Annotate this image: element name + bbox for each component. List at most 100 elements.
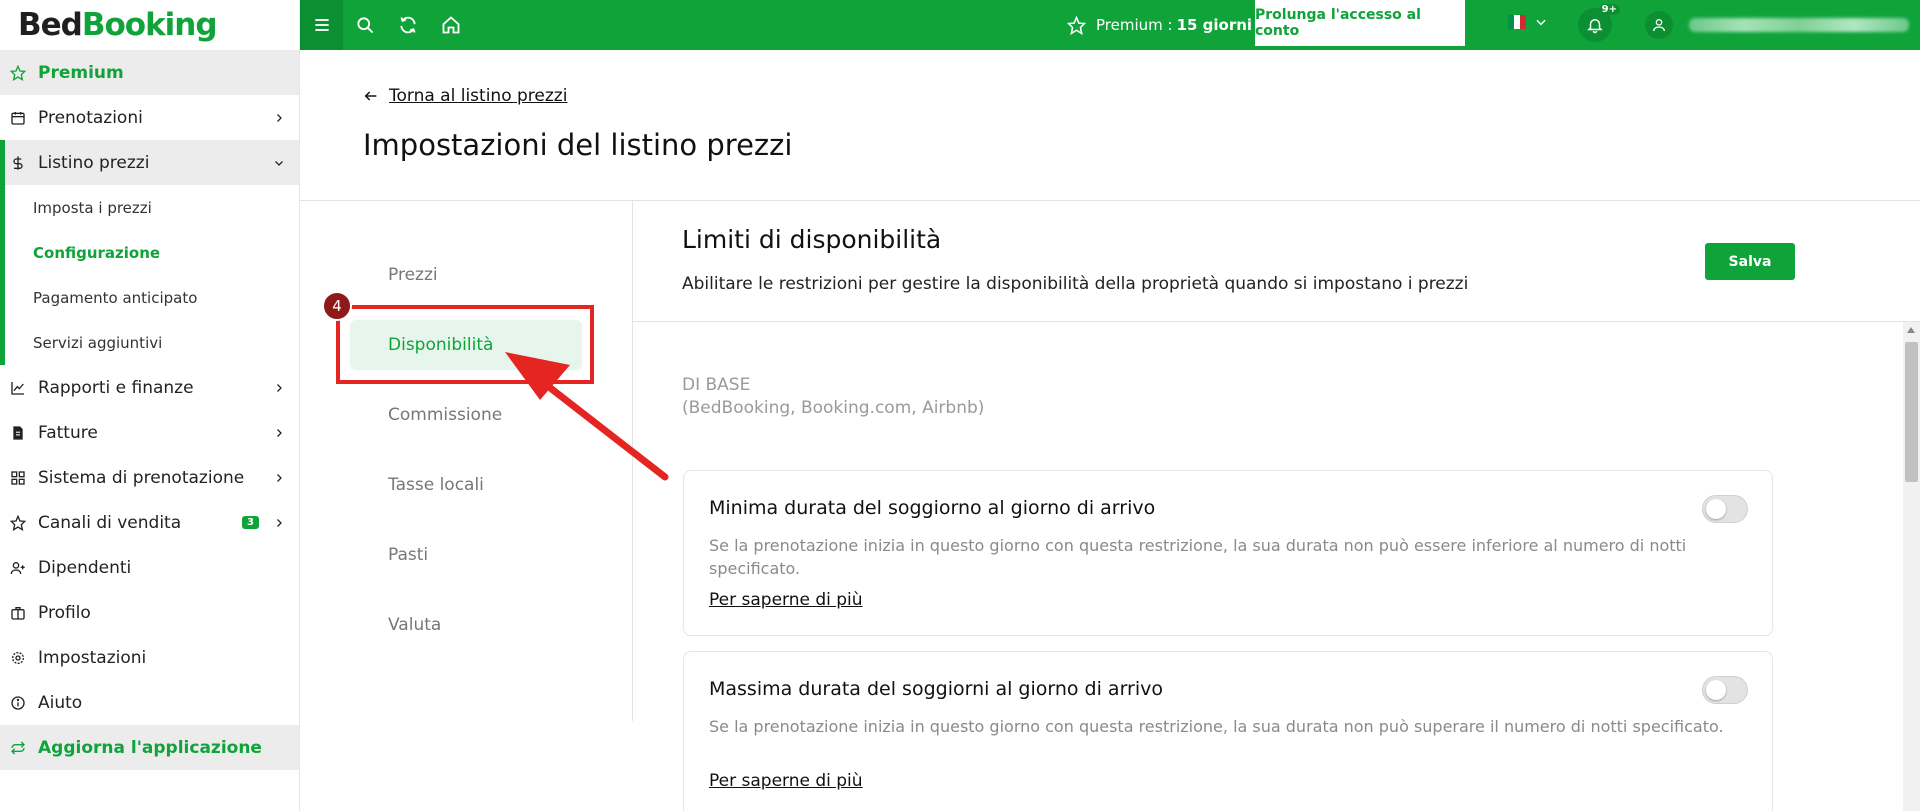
sidebar-item-label: Prenotazioni	[38, 107, 143, 128]
hamburger-icon	[314, 19, 329, 31]
scroll-up-arrow-icon[interactable]	[1907, 327, 1915, 333]
annotation-step-badge: 4	[322, 291, 352, 321]
count-badge: 3	[242, 516, 259, 529]
search-button[interactable]	[343, 0, 386, 50]
sidebar-item-label: Dipendenti	[38, 557, 132, 578]
annotation-highlight-box	[336, 305, 594, 384]
sidebar-item-aggiorna[interactable]: Aggiorna l'applicazione	[0, 725, 299, 770]
sidebar-item-label: Profilo	[38, 602, 91, 623]
chevron-right-icon	[273, 427, 285, 439]
sidebar: Bed Booking Premium Prenotazioni Listino …	[0, 0, 300, 811]
sidebar-item-profilo[interactable]: Profilo	[0, 590, 299, 635]
chevron-down-icon	[273, 157, 285, 169]
page-title: Impostazioni del listino prezzi	[363, 128, 793, 162]
sidebar-item-label: Canali di vendita	[38, 512, 182, 533]
italy-flag-icon	[1508, 15, 1526, 29]
sidebar-subitem-servizi-aggiuntivi[interactable]: Servizi aggiuntivi	[0, 320, 299, 365]
sidebar-item-label: Aggiorna l'applicazione	[38, 737, 262, 758]
base-label-line2: (BedBooking, Booking.com, Airbnb)	[682, 398, 985, 418]
premium-days: 15 giorni	[1176, 16, 1253, 34]
extend-access-button[interactable]: Prolunga l'accesso al conto	[1255, 0, 1465, 46]
dollar-icon	[10, 155, 26, 171]
chevron-down-icon	[1536, 19, 1546, 26]
info-icon	[10, 695, 26, 711]
user-menu[interactable]	[1645, 11, 1909, 39]
home-icon	[442, 16, 459, 34]
user-email-redacted	[1689, 18, 1909, 32]
section-prezzi[interactable]: Prezzi	[350, 250, 582, 300]
chevron-right-icon	[273, 517, 285, 529]
restriction-card-min-stay: Minima durata del soggiorno al giorno di…	[683, 470, 1773, 636]
sidebar-subitems: Imposta i prezzi Configurazione Pagament…	[0, 185, 299, 365]
section-commissione[interactable]: Commissione	[350, 390, 582, 440]
content-title: Limiti di disponibilità	[682, 225, 942, 254]
restriction-card-max-stay: Massima durata del soggiorni al giorno d…	[683, 651, 1773, 811]
section-tasse-locali[interactable]: Tasse locali	[350, 460, 582, 510]
star-icon	[10, 64, 26, 81]
sidebar-item-premium[interactable]: Premium	[0, 50, 299, 95]
sidebar-item-fatture[interactable]: Fatture	[0, 410, 299, 455]
sidebar-item-rapporti[interactable]: Rapporti e finanze	[0, 365, 299, 410]
logo-part-2: Booking	[81, 7, 218, 43]
briefcase-icon	[10, 605, 26, 621]
refresh-icon	[399, 16, 416, 34]
back-link[interactable]: Torna al listino prezzi	[363, 86, 567, 106]
chevron-right-icon	[273, 112, 285, 124]
divider	[300, 200, 1920, 201]
logo[interactable]: Bed Booking	[0, 0, 299, 50]
arrow-left-icon	[364, 91, 377, 101]
scroll-thumb[interactable]	[1905, 342, 1918, 482]
sidebar-item-aiuto[interactable]: Aiuto	[0, 680, 299, 725]
sidebar-subitem-configurazione[interactable]: Configurazione	[0, 230, 299, 275]
avatar	[1645, 11, 1673, 39]
sidebar-item-label: Aiuto	[38, 692, 83, 713]
sidebar-subitem-pagamento-anticipato[interactable]: Pagamento anticipato	[0, 275, 299, 320]
notifications-button[interactable]: 9+	[1578, 4, 1620, 42]
base-label-line1: DI BASE	[682, 375, 751, 395]
sidebar-item-impostazioni[interactable]: Impostazioni	[0, 635, 299, 680]
save-button[interactable]: Salva	[1705, 243, 1795, 280]
scrollbar[interactable]	[1903, 322, 1920, 811]
sidebar-item-label: Impostazioni	[38, 647, 147, 668]
refresh-button[interactable]	[386, 0, 429, 50]
section-pasti[interactable]: Pasti	[350, 530, 582, 580]
user-icon	[1653, 19, 1665, 32]
back-link-label: Torna al listino prezzi	[389, 86, 568, 106]
card-title: Minima durata del soggiorno al giorno di…	[709, 497, 1156, 519]
sidebar-item-canali-vendita[interactable]: Canali di vendita 3	[0, 500, 299, 545]
sidebar-subitem-imposta-prezzi[interactable]: Imposta i prezzi	[0, 185, 299, 230]
grid-icon	[10, 470, 26, 486]
search-icon	[356, 17, 373, 34]
card-description: Se la prenotazione inizia in questo gior…	[709, 717, 1724, 736]
star-icon	[10, 514, 26, 531]
star-icon	[1067, 15, 1086, 35]
learn-more-link[interactable]: Per saperne di più	[709, 771, 863, 791]
card-description: Se la prenotazione inizia in questo gior…	[709, 536, 1687, 578]
sidebar-item-sistema-prenotazione[interactable]: Sistema di prenotazione	[0, 455, 299, 500]
bell-icon	[1587, 19, 1603, 34]
learn-more-link[interactable]: Per saperne di più	[709, 590, 863, 610]
max-stay-toggle[interactable]	[1702, 676, 1748, 704]
min-stay-toggle[interactable]	[1702, 495, 1748, 523]
chevron-right-icon	[273, 472, 285, 484]
gear-icon	[10, 650, 26, 666]
sidebar-item-prenotazioni[interactable]: Prenotazioni	[0, 95, 299, 140]
refresh-icon	[10, 740, 26, 756]
sidebar-item-dipendenti[interactable]: Dipendenti	[0, 545, 299, 590]
sidebar-item-listino-prezzi[interactable]: Listino prezzi	[0, 140, 299, 185]
premium-status: Premium : 15 giorni	[1067, 0, 1252, 50]
chart-icon	[10, 380, 26, 396]
card-title: Massima durata del soggiorni al giorno d…	[709, 678, 1164, 700]
home-button[interactable]	[429, 0, 472, 50]
sidebar-item-label: Listino prezzi	[38, 152, 150, 173]
invoice-icon	[10, 425, 26, 441]
divider	[633, 321, 1920, 322]
notification-count: 9+	[1598, 4, 1620, 15]
section-valuta[interactable]: Valuta	[350, 600, 582, 650]
sidebar-item-label: Fatture	[38, 422, 98, 443]
content-description: Abilitare le restrizioni per gestire la …	[682, 274, 1469, 294]
language-selector[interactable]	[1508, 15, 1548, 29]
calendar-icon	[10, 110, 26, 126]
sidebar-item-label: Rapporti e finanze	[38, 377, 194, 398]
menu-button[interactable]	[300, 0, 343, 50]
